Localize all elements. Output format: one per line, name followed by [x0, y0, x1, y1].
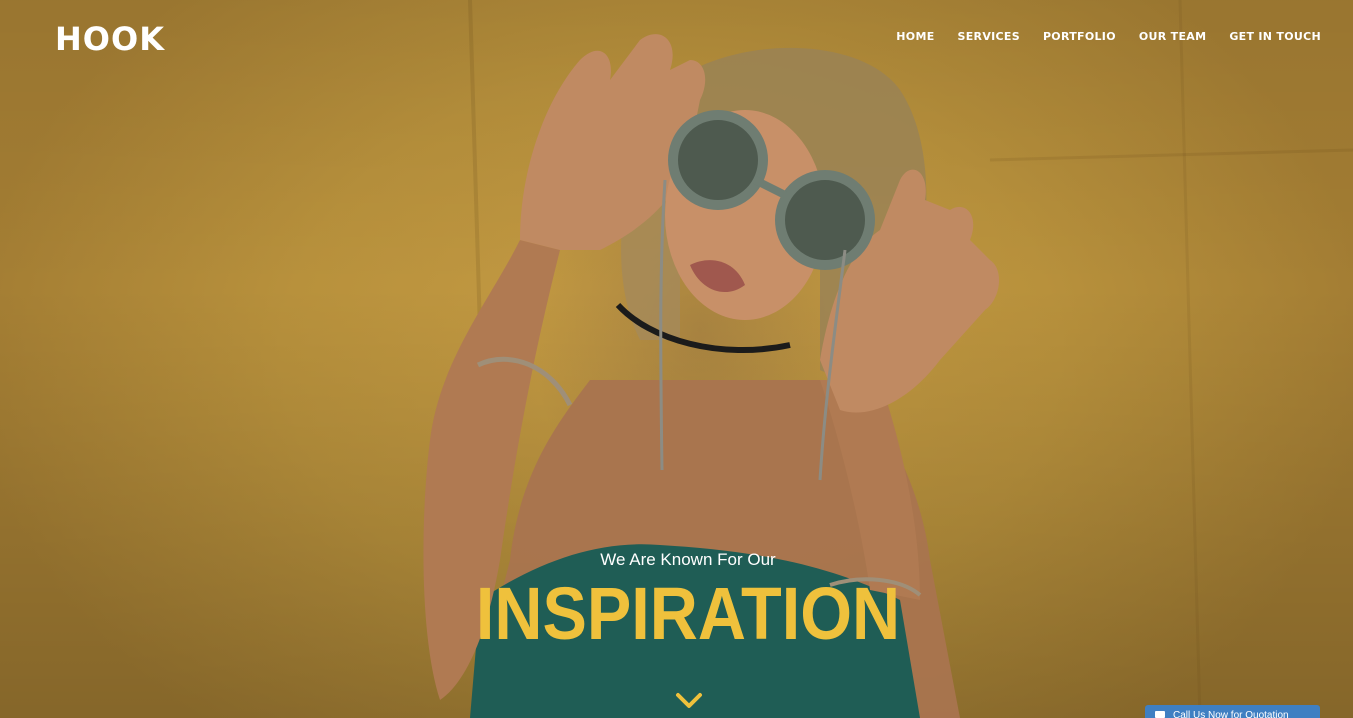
scroll-down-button[interactable]: [674, 690, 704, 712]
nav-item-our-team[interactable]: OUR TEAM: [1139, 30, 1206, 43]
hero-headline: INSPIRATION: [475, 572, 901, 655]
nav-item-home[interactable]: HOME: [896, 30, 934, 43]
chevron-down-icon: [676, 693, 702, 708]
nav-item-get-in-touch[interactable]: GET IN TOUCH: [1229, 30, 1321, 43]
logo[interactable]: HOOK: [55, 20, 165, 58]
nav-item-portfolio[interactable]: PORTFOLIO: [1043, 30, 1116, 43]
hero-tagline: We Are Known For Our: [600, 550, 776, 569]
chat-icon: [1155, 711, 1165, 718]
nav-item-services[interactable]: SERVICES: [958, 30, 1020, 43]
hero-section: HOOK HOME SERVICES PORTFOLIO OUR TEAM GE…: [0, 0, 1353, 718]
chat-widget-label: Call Us Now for Quotation: [1173, 709, 1289, 718]
chat-widget-tab[interactable]: Call Us Now for Quotation: [1145, 705, 1320, 718]
main-nav: HOME SERVICES PORTFOLIO OUR TEAM GET IN …: [896, 30, 1321, 43]
